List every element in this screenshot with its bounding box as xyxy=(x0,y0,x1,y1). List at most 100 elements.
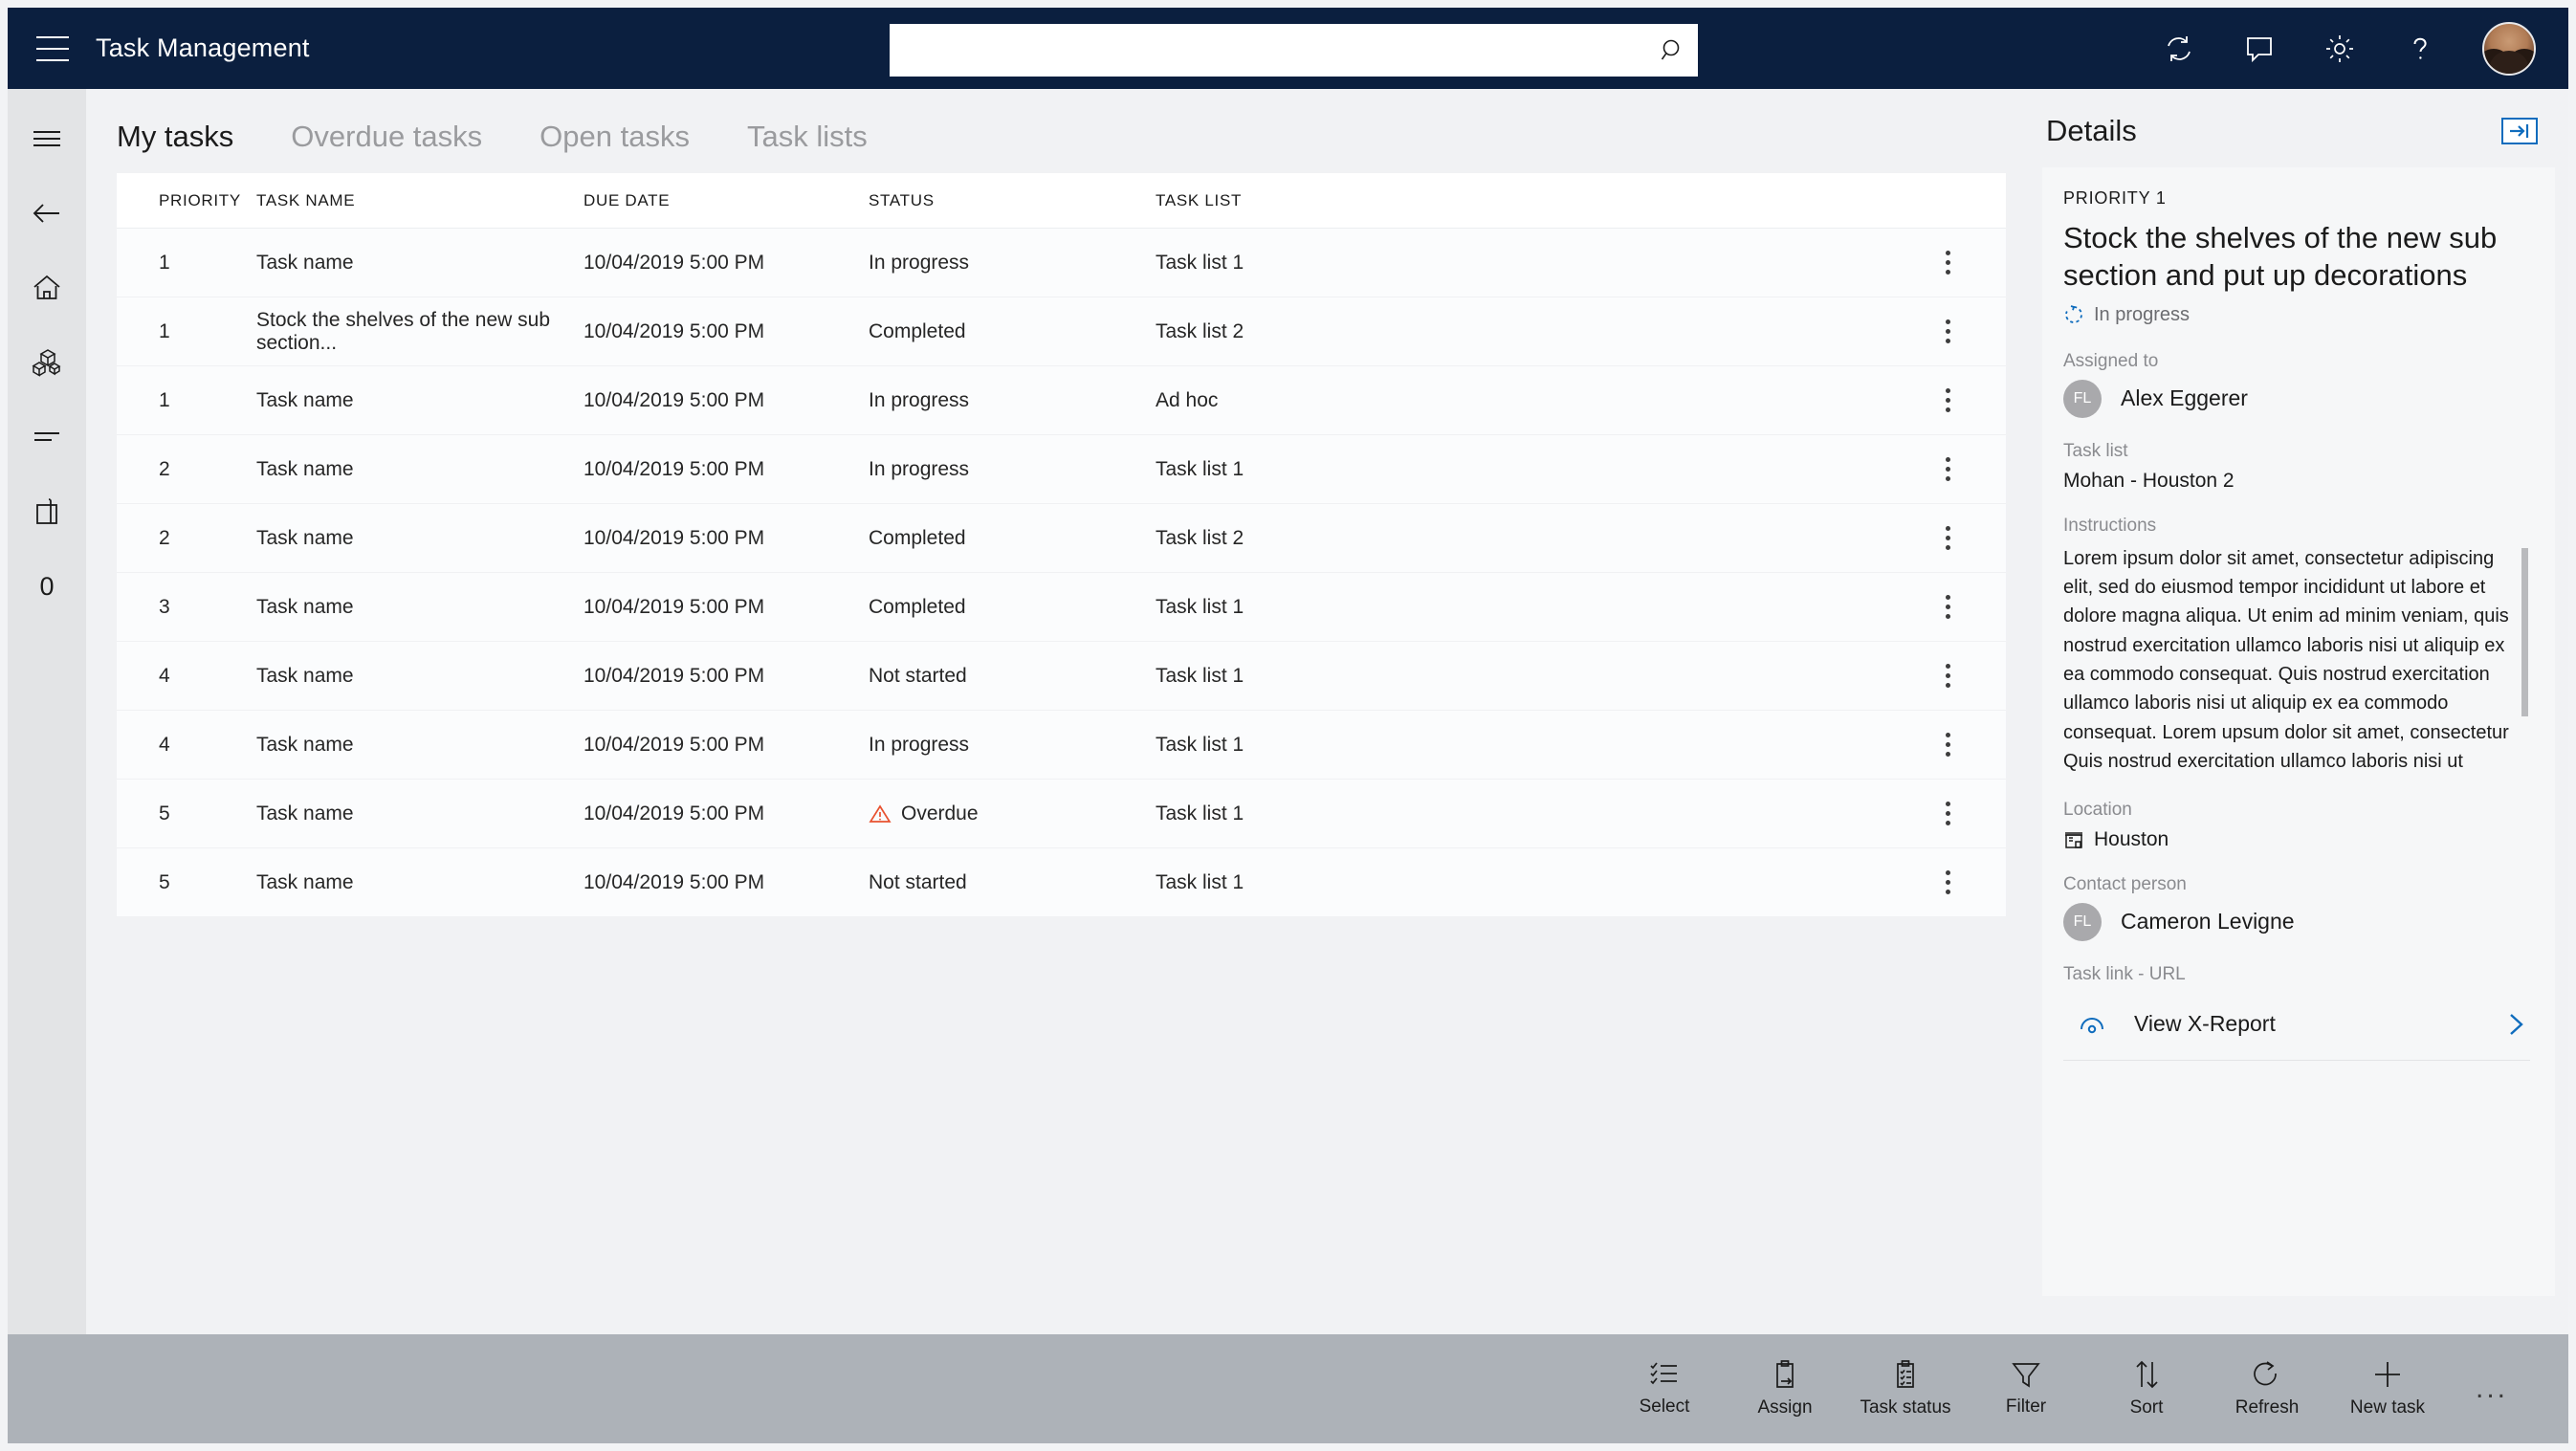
table-row[interactable]: 1 Task name 10/04/2019 5:00 PM In progress T… xyxy=(117,229,2006,297)
filter-button[interactable]: Filter xyxy=(1966,1345,2086,1433)
status-label: In progress xyxy=(869,733,970,756)
search-icon[interactable] xyxy=(1648,37,1698,64)
sidebar-item-shopping-bag[interactable] xyxy=(18,485,76,539)
sort-button[interactable]: Sort xyxy=(2086,1345,2207,1433)
header-actions xyxy=(2161,8,2549,89)
column-header-task-list[interactable]: TASK LIST xyxy=(1156,191,1471,210)
new-task-button[interactable]: New task xyxy=(2327,1345,2448,1433)
warning-icon xyxy=(869,803,892,823)
row-menu-icon[interactable] xyxy=(1936,314,1960,349)
column-header-task-name[interactable]: TASK NAME xyxy=(256,191,583,210)
cell-task-name: Task name xyxy=(256,733,354,756)
cell-priority: 3 xyxy=(159,595,170,618)
cell-due-date: 10/04/2019 5:00 PM xyxy=(583,526,765,549)
cell-task-name: Task name xyxy=(256,802,354,824)
tab-open-tasks[interactable]: Open tasks xyxy=(511,120,718,164)
cell-row-actions xyxy=(1471,245,2006,280)
cell-row-actions xyxy=(1471,796,2006,831)
assign-button[interactable]: Assign xyxy=(1725,1345,1845,1433)
sidebar-item-products[interactable] xyxy=(18,336,76,389)
status-label: Completed xyxy=(869,319,966,342)
cell-status: Overdue xyxy=(869,802,1156,825)
cell-due-date: 10/04/2019 5:00 PM xyxy=(583,457,765,480)
refresh-icon[interactable] xyxy=(2161,31,2197,67)
table-header-row: PRIORITY TASK NAME DUE DATE STATUS TASK … xyxy=(117,173,2006,229)
sidebar-item-list[interactable] xyxy=(18,410,76,464)
cell-status: In progress xyxy=(869,458,1156,481)
task-status-button[interactable]: Task status xyxy=(1845,1345,1966,1433)
table-row[interactable]: 4 Task name 10/04/2019 5:00 PM In progress T… xyxy=(117,711,2006,780)
detail-tasklist-label: Task list xyxy=(2063,440,2128,461)
row-menu-icon[interactable] xyxy=(1936,520,1960,556)
search-box[interactable] xyxy=(890,24,1698,77)
detail-assigned-person[interactable]: FL Alex Eggerer xyxy=(2063,379,2530,418)
cell-due-date: 10/04/2019 5:00 PM xyxy=(583,664,765,687)
cell-task-list: Task list 1 xyxy=(1156,733,1244,756)
row-menu-icon[interactable] xyxy=(1936,451,1960,487)
cell-due-date: 10/04/2019 5:00 PM xyxy=(583,388,765,411)
cell-priority: 1 xyxy=(159,388,170,411)
tab-my-tasks[interactable]: My tasks xyxy=(117,120,262,164)
sidebar-item-menu[interactable] xyxy=(18,112,76,165)
status-label: In progress xyxy=(869,388,970,411)
table-row[interactable]: 1 Stock the shelves of the new sub sectio… xyxy=(117,297,2006,366)
row-menu-icon[interactable] xyxy=(1936,658,1960,693)
column-header-priority[interactable]: PRIORITY xyxy=(159,191,256,210)
row-menu-icon[interactable] xyxy=(1936,727,1960,762)
expand-panel-icon[interactable] xyxy=(2501,118,2538,144)
select-icon xyxy=(1650,1362,1677,1385)
status-label: Completed xyxy=(869,595,966,618)
contact-avatar: FL xyxy=(2063,902,2102,941)
detail-contact-person[interactable]: FL Cameron Levigne xyxy=(2063,902,2530,941)
table-row[interactable]: 5 Task name 10/04/2019 5:00 PM Overdue Task … xyxy=(117,780,2006,848)
row-menu-icon[interactable] xyxy=(1936,589,1960,625)
row-menu-icon[interactable] xyxy=(1936,383,1960,418)
cell-row-actions xyxy=(1471,658,2006,693)
tab-overdue-tasks[interactable]: Overdue tasks xyxy=(262,120,511,164)
column-header-status[interactable]: STATUS xyxy=(869,191,1156,210)
row-menu-icon[interactable] xyxy=(1936,245,1960,280)
table-row[interactable]: 2 Task name 10/04/2019 5:00 PM In progress T… xyxy=(117,435,2006,504)
cell-task-list: Task list 1 xyxy=(1156,870,1244,893)
detail-status: In progress xyxy=(2063,304,2530,326)
sidebar-item-counter[interactable]: 0 xyxy=(18,560,76,613)
cell-status: Completed xyxy=(869,527,1156,550)
status-label: Overdue xyxy=(901,802,979,824)
cell-task-name: Task name xyxy=(256,457,354,480)
assignee-avatar: FL xyxy=(2063,379,2102,418)
new-task-label: New task xyxy=(2349,1397,2426,1418)
sidebar-item-home[interactable] xyxy=(18,261,76,315)
assignee-name: Alex Eggerer xyxy=(2121,385,2248,410)
table-row[interactable]: 1 Task name 10/04/2019 5:00 PM In progress A… xyxy=(117,366,2006,435)
tab-task-lists[interactable]: Task lists xyxy=(718,120,896,164)
column-header-due-date[interactable]: DUE DATE xyxy=(583,191,869,210)
gear-icon[interactable] xyxy=(2322,31,2358,67)
task-link-row[interactable]: View X-Report xyxy=(2063,993,2530,1061)
row-menu-icon[interactable] xyxy=(1936,796,1960,831)
cell-row-actions xyxy=(1471,589,2006,625)
refresh-button[interactable]: Refresh xyxy=(2207,1345,2327,1433)
cell-task-list: Task list 1 xyxy=(1156,664,1244,687)
search-input[interactable] xyxy=(890,24,1648,77)
table-row[interactable]: 2 Task name 10/04/2019 5:00 PM Completed Tas… xyxy=(117,504,2006,573)
table-row[interactable]: 3 Task name 10/04/2019 5:00 PM Completed Tas… xyxy=(117,573,2006,642)
cell-status: In progress xyxy=(869,734,1156,757)
cell-task-list: Task list 1 xyxy=(1156,251,1244,274)
cell-task-list: Task list 1 xyxy=(1156,802,1244,824)
cell-due-date: 10/04/2019 5:00 PM xyxy=(583,595,765,618)
row-menu-icon[interactable] xyxy=(1936,865,1960,900)
detail-location-group: Location Houston xyxy=(2063,800,2530,851)
select-button[interactable]: Select xyxy=(1604,1345,1725,1433)
cell-task-list: Task list 2 xyxy=(1156,526,1244,549)
table-row[interactable]: 5 Task name 10/04/2019 5:00 PM Not started T… xyxy=(117,848,2006,917)
feedback-icon[interactable] xyxy=(2241,31,2278,67)
table-row[interactable]: 4 Task name 10/04/2019 5:00 PM Not started T… xyxy=(117,642,2006,711)
hamburger-icon[interactable] xyxy=(36,35,69,61)
instructions-scrollbar[interactable] xyxy=(2521,547,2528,716)
cell-priority: 1 xyxy=(159,319,170,342)
cell-due-date: 10/04/2019 5:00 PM xyxy=(583,319,765,342)
overflow-menu-icon[interactable]: ... xyxy=(2448,1345,2536,1433)
help-icon[interactable] xyxy=(2402,31,2438,67)
sidebar-item-back[interactable] xyxy=(18,187,76,240)
avatar[interactable] xyxy=(2482,21,2536,76)
